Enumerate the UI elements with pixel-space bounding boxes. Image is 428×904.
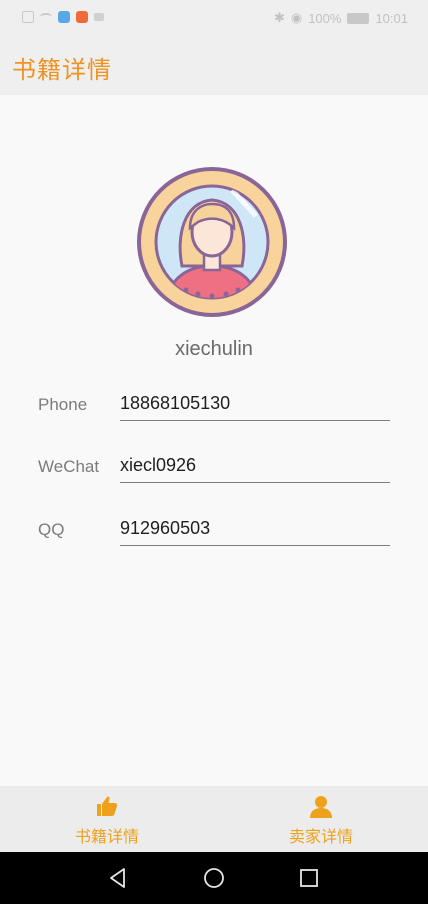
qq-field[interactable]: 912960503 bbox=[120, 518, 390, 546]
battery-percent: 100% bbox=[308, 10, 342, 26]
tab-seller-details[interactable]: 卖家详情 bbox=[214, 786, 428, 852]
wechat-label: WeChat bbox=[38, 457, 100, 476]
status-bar: ✱ ◉ 100% 10:01 bbox=[0, 0, 428, 36]
sim-icon bbox=[22, 11, 34, 23]
app-notification-icon bbox=[58, 11, 70, 23]
person-icon bbox=[310, 796, 332, 818]
alarm-icon: ◉ bbox=[290, 10, 303, 25]
home-icon[interactable] bbox=[202, 866, 226, 890]
bottom-nav: 书籍详情 卖家详情 bbox=[0, 786, 428, 852]
notification-icons bbox=[22, 11, 104, 23]
avatar bbox=[137, 167, 287, 317]
phone-field[interactable]: 18868105130 bbox=[120, 393, 390, 421]
page-title: 书籍详情 bbox=[12, 57, 112, 84]
battery-icon bbox=[347, 12, 370, 24]
bluetooth-icon: ✱ bbox=[273, 10, 285, 25]
system-navigation-bar bbox=[0, 852, 428, 904]
back-icon[interactable] bbox=[106, 866, 130, 890]
tab-seller-details-label: 卖家详情 bbox=[288, 829, 353, 846]
phone-label: Phone bbox=[38, 395, 88, 414]
clock: 10:01 bbox=[375, 10, 408, 26]
wifi-icon bbox=[40, 13, 52, 21]
app-bar: 书籍详情 bbox=[0, 36, 428, 95]
cloud-icon bbox=[94, 13, 104, 21]
tab-book-details[interactable]: 书籍详情 bbox=[0, 786, 214, 852]
system-status: ✱ ◉ 100% 10:01 bbox=[274, 10, 408, 26]
thumbs-up-icon bbox=[97, 796, 118, 816]
video-app-icon bbox=[76, 11, 88, 23]
tab-book-details-label: 书籍详情 bbox=[74, 829, 139, 846]
qq-label: QQ bbox=[38, 520, 65, 539]
wechat-field[interactable]: xiecl0926 bbox=[120, 455, 390, 483]
seller-username: xiechulin bbox=[175, 338, 253, 360]
recents-icon[interactable] bbox=[297, 866, 321, 890]
